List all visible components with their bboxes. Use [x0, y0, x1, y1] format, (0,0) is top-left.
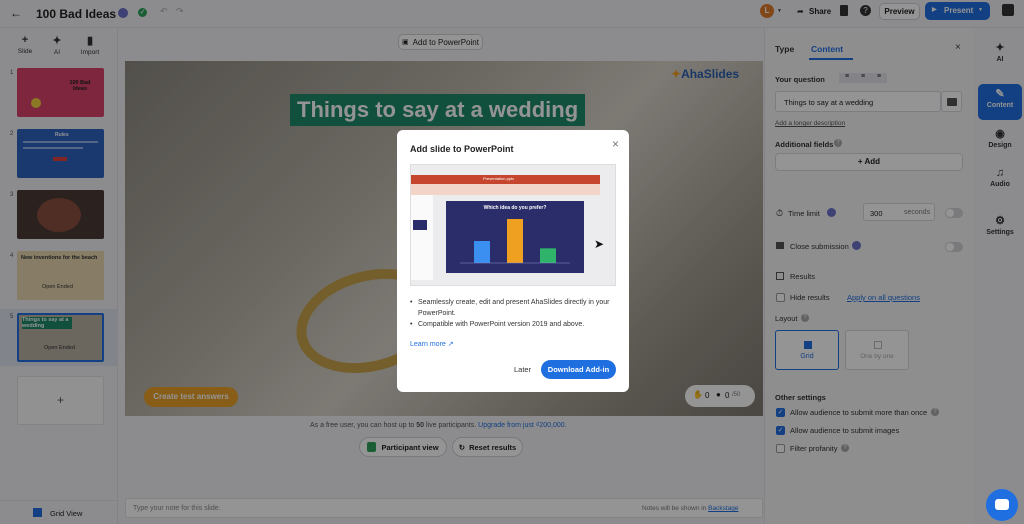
cursor-icon: ➤ — [594, 237, 605, 251]
preview-ribbon — [411, 184, 600, 195]
add-to-powerpoint-modal: Add slide to PowerPoint × Presentation.p… — [397, 130, 629, 392]
preview-header-bar: Presentation.pptx — [411, 175, 600, 184]
chat-button[interactable] — [986, 489, 1018, 521]
preview-slide-list — [411, 195, 433, 280]
chart-bar — [540, 248, 556, 263]
modal-bullets: • Seamlessly create, edit and present Aha… — [410, 297, 616, 330]
download-addin-button[interactable]: Download Add-in — [541, 360, 616, 379]
close-icon[interactable]: × — [612, 137, 619, 151]
powerpoint-preview-image: Presentation.pptx Which idea do you pref… — [410, 164, 616, 286]
chart-bar — [474, 241, 490, 263]
bullet-item: • Compatible with PowerPoint version 2019… — [410, 321, 585, 328]
chart-bar — [507, 219, 523, 263]
preview-header-text: Presentation.pptx — [483, 176, 515, 181]
modal-title: Add slide to PowerPoint — [410, 144, 514, 154]
bullet-text: Seamlessly create, edit and present AhaS… — [418, 299, 610, 317]
chat-icon — [995, 499, 1009, 510]
learn-more-link[interactable]: Learn more ↗ — [410, 340, 454, 348]
preview-slide-thumb — [413, 220, 427, 230]
bullet-item: • Seamlessly create, edit and present Aha… — [410, 299, 610, 317]
preview-slide: Which idea do you prefer? — [446, 201, 584, 273]
preview-chart — [460, 219, 570, 264]
later-button[interactable]: Later — [514, 365, 531, 374]
bullet-text: Compatible with PowerPoint version 2019 … — [418, 321, 585, 328]
learn-more-label: Learn more — [410, 341, 446, 348]
external-link-icon: ↗ — [447, 341, 454, 348]
